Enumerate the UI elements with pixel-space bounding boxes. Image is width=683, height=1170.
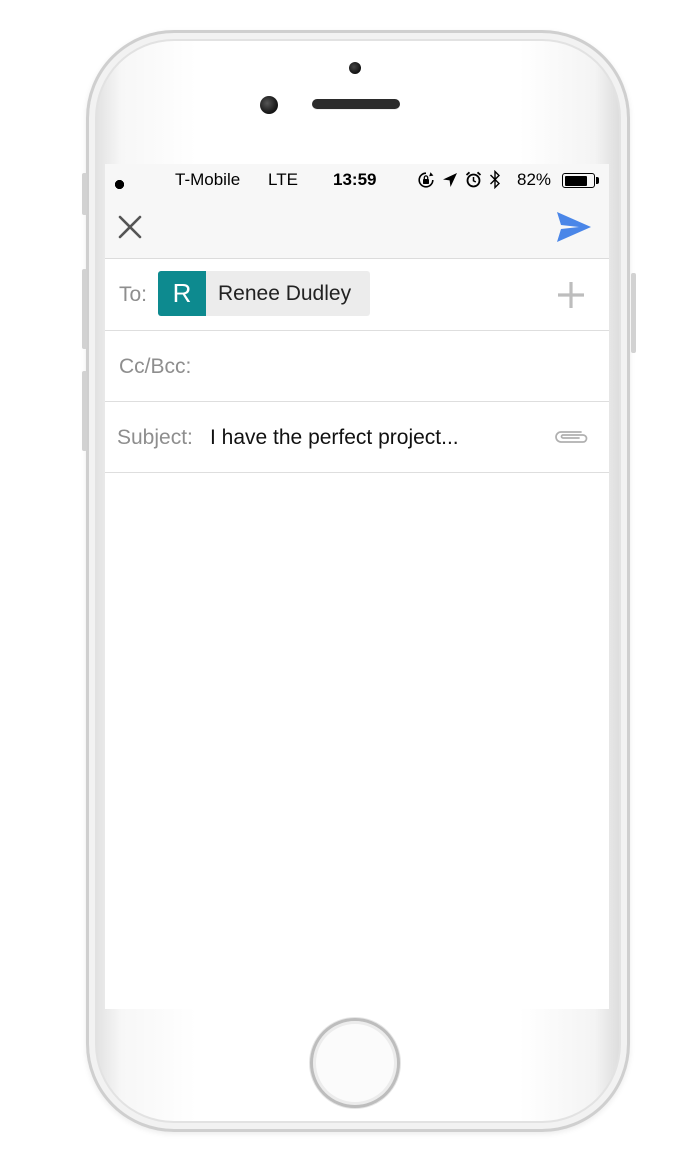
to-field-row: To: R Renee Dudley [105,259,609,331]
battery-terminal [596,177,599,184]
alarm-icon [465,171,482,188]
cc-bcc-input[interactable] [215,345,595,389]
subject-input[interactable]: I have the perfect project... [210,426,540,450]
subject-field-row: Subject: I have the perfect project... [105,402,609,473]
send-icon[interactable] [555,210,593,244]
paperclip-icon[interactable] [551,426,591,448]
close-icon[interactable] [115,212,145,242]
plus-icon[interactable] [555,279,587,311]
earpiece-speaker [312,99,400,109]
carrier-name: T-Mobile [175,170,241,189]
network-type: LTE [268,170,298,189]
cc-bcc-field-row: Cc/Bcc: [105,331,609,402]
volume-up-button [82,269,87,349]
message-body[interactable] [105,473,609,1009]
bluetooth-icon [490,170,500,189]
power-button [631,273,636,353]
compose-toolbar [105,196,609,259]
battery-icon [562,173,595,188]
location-arrow-icon [443,172,457,187]
home-button[interactable] [310,1018,400,1108]
battery-level-fill [564,175,587,186]
status-bar: T-Mobile LTE 13:59 82% [105,164,609,196]
subject-label: Subject: [117,426,193,449]
signal-dot [115,180,124,189]
mute-switch [82,173,87,215]
recipient-chip[interactable]: R Renee Dudley [158,271,371,316]
recipient-name: Renee Dudley [218,281,352,305]
cc-bcc-label: Cc/Bcc: [119,355,192,378]
front-camera [260,96,278,114]
status-icons [417,170,501,189]
proximity-sensor [349,62,361,74]
recipient-avatar: R [158,271,206,316]
volume-down-button [82,371,87,451]
clock: 13:59 [333,170,377,189]
screen: T-Mobile LTE 13:59 82% To: R Renee Dudle… [105,164,609,1009]
battery-percentage: 82% [517,170,552,189]
to-label: To: [119,283,148,306]
rotation-lock-icon [418,171,434,188]
